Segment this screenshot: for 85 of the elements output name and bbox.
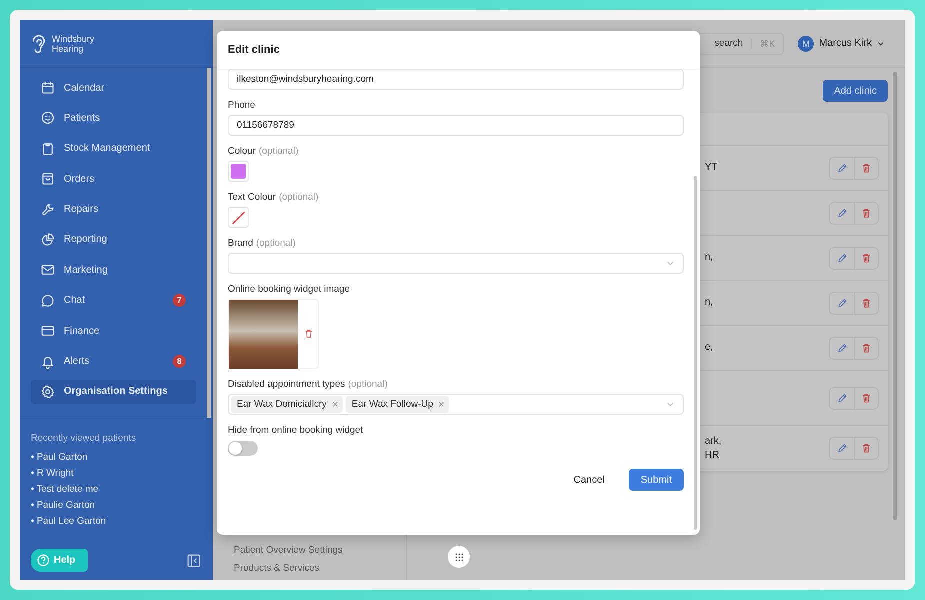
settings-menu-item[interactable]: Products & Services (222, 560, 406, 578)
nav-item[interactable]: Stock Management (31, 136, 196, 161)
settings-menu-item[interactable]: Patient Overview Settings (222, 542, 406, 560)
count-badge: 7 (173, 294, 186, 308)
recent-patient-link[interactable]: • Paulie Garton (31, 498, 202, 514)
pencil-icon (836, 252, 848, 264)
field-label: Disabled appointment types (optional) (228, 378, 389, 391)
table-cell-text: e, (705, 341, 714, 355)
field-label: Text Colour (optional) (228, 191, 320, 204)
count-badge: 8 (173, 355, 186, 368)
table-cell-text: n, (705, 251, 714, 265)
submit-button[interactable]: Submit (628, 469, 684, 491)
tag-chip: Ear Wax Domiciallcry (231, 396, 343, 413)
smiley-icon (41, 111, 55, 126)
field-label: Brand (optional) (228, 237, 297, 250)
pencil-icon (836, 342, 848, 354)
photo-placeholder (229, 300, 298, 368)
table-cell-text: HR (705, 448, 720, 462)
trash-icon (861, 342, 872, 354)
collapse-sidebar-icon[interactable] (187, 554, 201, 568)
trash-icon (861, 208, 872, 218)
table-cell-text: ark, (705, 434, 723, 448)
recent-patient-link[interactable]: • Test delete me (31, 482, 202, 498)
toggle-switch[interactable] (228, 441, 258, 456)
recent-patient-link[interactable]: • Paul Lee Garton (31, 514, 202, 530)
table-cell-text: YT (705, 161, 719, 175)
nav-item[interactable]: Reporting (31, 228, 196, 252)
nav-item[interactable]: Finance (31, 319, 196, 344)
calendar-icon (41, 81, 55, 95)
wrench-icon (41, 202, 55, 217)
nav-item[interactable]: Calendar (31, 76, 196, 100)
field-label: Phone (228, 99, 256, 112)
pencil-icon (836, 298, 848, 308)
recent-patient-link[interactable]: • R Wright (31, 466, 202, 482)
trash-icon[interactable] (304, 329, 314, 339)
nav-item[interactable]: Chat 7 (31, 288, 196, 313)
nav-item[interactable]: Alerts 8 (31, 350, 196, 374)
trash-icon (861, 298, 872, 308)
nav-item[interactable]: Marketing (31, 258, 196, 282)
text-input[interactable]: 01156678789 (228, 115, 684, 136)
nav-item[interactable]: Orders (31, 167, 196, 192)
section-heading: Recently viewed patients (31, 433, 138, 444)
no-color-icon (230, 210, 246, 226)
field-label: Online booking widget image (228, 283, 351, 296)
chevron-down-icon (666, 259, 675, 268)
bell-icon (41, 354, 55, 369)
field-label: Hide from online booking widget (228, 424, 364, 437)
pencil-icon (836, 392, 848, 404)
chevron-down-icon (666, 400, 675, 409)
trash-icon (861, 443, 872, 454)
nav-item[interactable]: Organisation Settings (31, 380, 196, 404)
trash-icon (861, 252, 872, 264)
bag-icon (41, 172, 55, 186)
select-field[interactable] (228, 253, 684, 274)
user-menu[interactable]: Marcus Kirk (819, 38, 872, 49)
tag-chip: Ear Wax Follow-Up (346, 396, 450, 413)
logo-text: Windsbury Hearing (52, 34, 96, 54)
chat-bubble-icon (41, 294, 55, 308)
color-picker[interactable] (228, 207, 249, 228)
ear-logo-icon (30, 32, 48, 54)
field-label: Colour (optional) (228, 145, 300, 158)
clipboard-icon (41, 142, 55, 156)
help-icon (37, 554, 50, 567)
trash-icon (861, 392, 872, 404)
nav-item[interactable]: Repairs (31, 198, 196, 222)
grid-icon (454, 552, 464, 562)
remove-icon[interactable] (438, 401, 446, 408)
trash-icon (861, 162, 872, 174)
avatar: M (798, 36, 814, 52)
nav-item[interactable]: Patients (31, 106, 196, 130)
envelope-icon (41, 263, 55, 278)
chevron-down-icon[interactable] (877, 40, 885, 48)
recent-patient-link[interactable]: • Paul Garton (31, 450, 202, 466)
multi-select-field[interactable]: Ear Wax Domiciallcry Ear Wax Follow-Up (228, 394, 684, 415)
dialog-title: Edit clinic (228, 44, 280, 56)
table-cell-text: n, (705, 296, 714, 310)
settings-icon (41, 384, 55, 399)
pencil-icon (836, 443, 848, 454)
credit-card-icon (41, 324, 55, 338)
add-clinic-button[interactable]: Add clinic (823, 80, 888, 102)
pencil-icon (836, 162, 848, 174)
pencil-icon (836, 208, 848, 218)
pie-chart-icon (41, 232, 55, 247)
text-input[interactable]: ilkeston@windsburyhearing.com (228, 69, 684, 90)
remove-icon[interactable] (332, 401, 339, 408)
